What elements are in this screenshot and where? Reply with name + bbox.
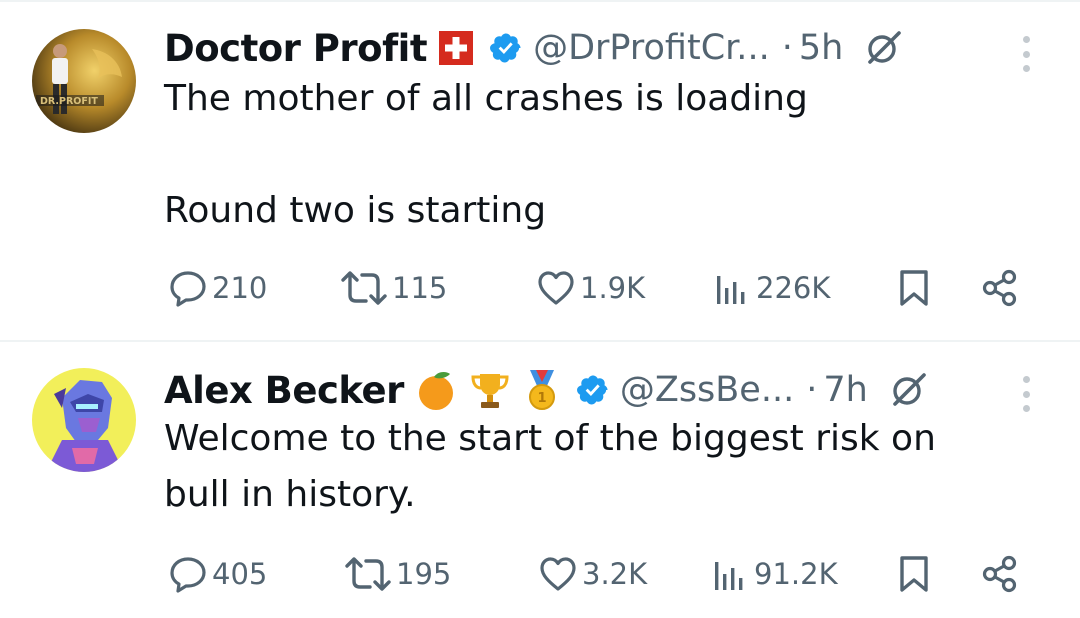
display-name[interactable]: Doctor Profit	[164, 27, 428, 70]
like-button[interactable]: 3.2K	[538, 554, 647, 594]
tweet-header: Alex Becker 1 @ZssBe... · 7h	[164, 366, 928, 414]
tweet-text-line: The mother of all crashes is loading	[164, 78, 808, 119]
action-bar: 405 195 3.2K 91.2K	[164, 554, 1044, 598]
grok-icon[interactable]	[888, 370, 928, 410]
like-count: 1.9K	[580, 271, 646, 305]
svg-text:DR.PROFIT: DR.PROFIT	[40, 96, 98, 107]
avatar[interactable]	[32, 368, 136, 472]
reply-count: 405	[212, 557, 268, 591]
reply-button[interactable]: 405	[168, 554, 267, 594]
views-count: 91.2K	[754, 557, 838, 591]
like-button[interactable]: 1.9K	[536, 268, 645, 308]
repost-button[interactable]: 195	[344, 554, 451, 594]
tweet-text-line: bull in history.	[164, 474, 416, 515]
user-handle[interactable]: @ZssBe...	[620, 370, 794, 410]
tweet[interactable]: Alex Becker 1 @ZssBe... · 7h Welcome to …	[0, 342, 1080, 618]
tweet[interactable]: DR.PROFIT Doctor Profit @DrProfitCr... ·…	[0, 0, 1080, 340]
user-handle[interactable]: @DrProfitCr...	[533, 28, 770, 68]
views-count: 226K	[756, 271, 831, 305]
timestamp[interactable]: 7h	[823, 370, 867, 410]
views-button[interactable]: 91.2K	[710, 554, 838, 594]
tweet-header: Doctor Profit @DrProfitCr... · 5h	[164, 24, 903, 72]
gold-medal-emoji-icon: 1	[522, 368, 562, 412]
repost-count: 195	[396, 557, 452, 591]
bookmark-button[interactable]	[894, 268, 934, 308]
like-icon	[538, 554, 578, 594]
repost-icon	[344, 554, 392, 594]
avatar-image	[32, 368, 136, 472]
timestamp[interactable]: 5h	[799, 28, 843, 68]
repost-count: 115	[392, 271, 448, 305]
share-icon	[980, 268, 1020, 308]
reply-count: 210	[212, 271, 268, 305]
avatar-image: DR.PROFIT	[32, 29, 136, 133]
reply-button[interactable]: 210	[168, 268, 267, 308]
repost-button[interactable]: 115	[340, 268, 447, 308]
tweet-text-line: Round two is starting	[164, 190, 547, 231]
orange-emoji-icon	[414, 368, 458, 412]
like-icon	[536, 268, 576, 308]
bookmark-button[interactable]	[894, 554, 934, 594]
more-icon[interactable]	[1016, 376, 1036, 412]
tweet-text-line: Welcome to the start of the biggest risk…	[164, 418, 936, 459]
more-icon[interactable]	[1016, 36, 1036, 72]
bookmark-icon	[894, 268, 934, 308]
bookmark-icon	[894, 554, 934, 594]
trophy-emoji-icon	[468, 368, 512, 412]
views-icon	[712, 268, 752, 308]
share-icon	[980, 554, 1020, 594]
separator-dot: ·	[781, 28, 793, 68]
reply-icon	[168, 268, 208, 308]
views-icon	[710, 554, 750, 594]
display-name[interactable]: Alex Becker	[164, 369, 404, 412]
repost-icon	[340, 268, 388, 308]
verified-badge-icon[interactable]	[489, 31, 523, 65]
views-button[interactable]: 226K	[712, 268, 830, 308]
avatar[interactable]: DR.PROFIT	[32, 29, 136, 133]
action-bar: 210 115 1.9K 226K	[164, 268, 1044, 312]
share-button[interactable]	[980, 554, 1020, 594]
swiss-flag-icon	[437, 29, 475, 67]
share-button[interactable]	[980, 268, 1020, 308]
reply-icon	[168, 554, 208, 594]
svg-text:1: 1	[537, 391, 546, 406]
verified-badge-icon[interactable]	[576, 373, 610, 407]
separator-dot: ·	[806, 370, 818, 410]
like-count: 3.2K	[582, 557, 648, 591]
grok-icon[interactable]	[863, 28, 903, 68]
